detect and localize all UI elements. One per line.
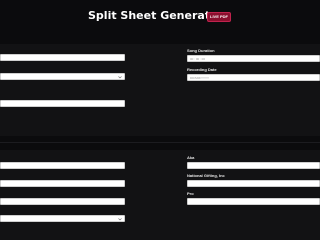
split-sheet-page: Split Sheet Generator LIVE PDF Song Dura… [0, 0, 320, 240]
publishing-field[interactable] [187, 180, 320, 187]
publishing-label: National Gifting, Inc [187, 173, 225, 178]
song-duration-field[interactable] [187, 55, 320, 62]
artist-select[interactable] [0, 73, 125, 80]
split-percentage-select[interactable] [0, 215, 125, 222]
contributor-name-field[interactable] [0, 162, 125, 169]
chevron-down-icon [118, 76, 122, 79]
song-duration-label: Song Duration [187, 48, 215, 53]
recording-date-input[interactable] [188, 75, 319, 80]
chevron-down-icon [118, 218, 122, 221]
app-header: Split Sheet Generator LIVE PDF [0, 0, 320, 36]
song-duration-input[interactable] [188, 56, 319, 61]
pro-input[interactable] [188, 199, 319, 204]
aka-field[interactable] [187, 162, 320, 169]
split-percentage-value [1, 216, 124, 221]
song-title-input[interactable] [1, 55, 124, 60]
pro-field[interactable] [187, 198, 320, 205]
contributor-name-input[interactable] [1, 163, 124, 168]
aka-label: Aka [187, 155, 195, 160]
recording-date-field[interactable] [187, 74, 320, 81]
contributor-role-input[interactable] [1, 181, 124, 186]
contributor-role-field[interactable] [0, 180, 125, 187]
publishing-input[interactable] [188, 181, 319, 186]
status-badge[interactable]: LIVE PDF [207, 12, 232, 22]
song-title-field[interactable] [0, 54, 125, 61]
contributor-email-field[interactable] [0, 198, 125, 205]
section-divider [0, 142, 320, 143]
artist-select-value [1, 74, 124, 79]
album-input[interactable] [1, 101, 124, 106]
recording-date-label: Recording Date [187, 67, 217, 72]
album-field[interactable] [0, 100, 125, 107]
page-title: Split Sheet Generator [88, 9, 224, 22]
contributor-email-input[interactable] [1, 199, 124, 204]
pro-label: Pro [187, 191, 194, 196]
aka-input[interactable] [188, 163, 319, 168]
